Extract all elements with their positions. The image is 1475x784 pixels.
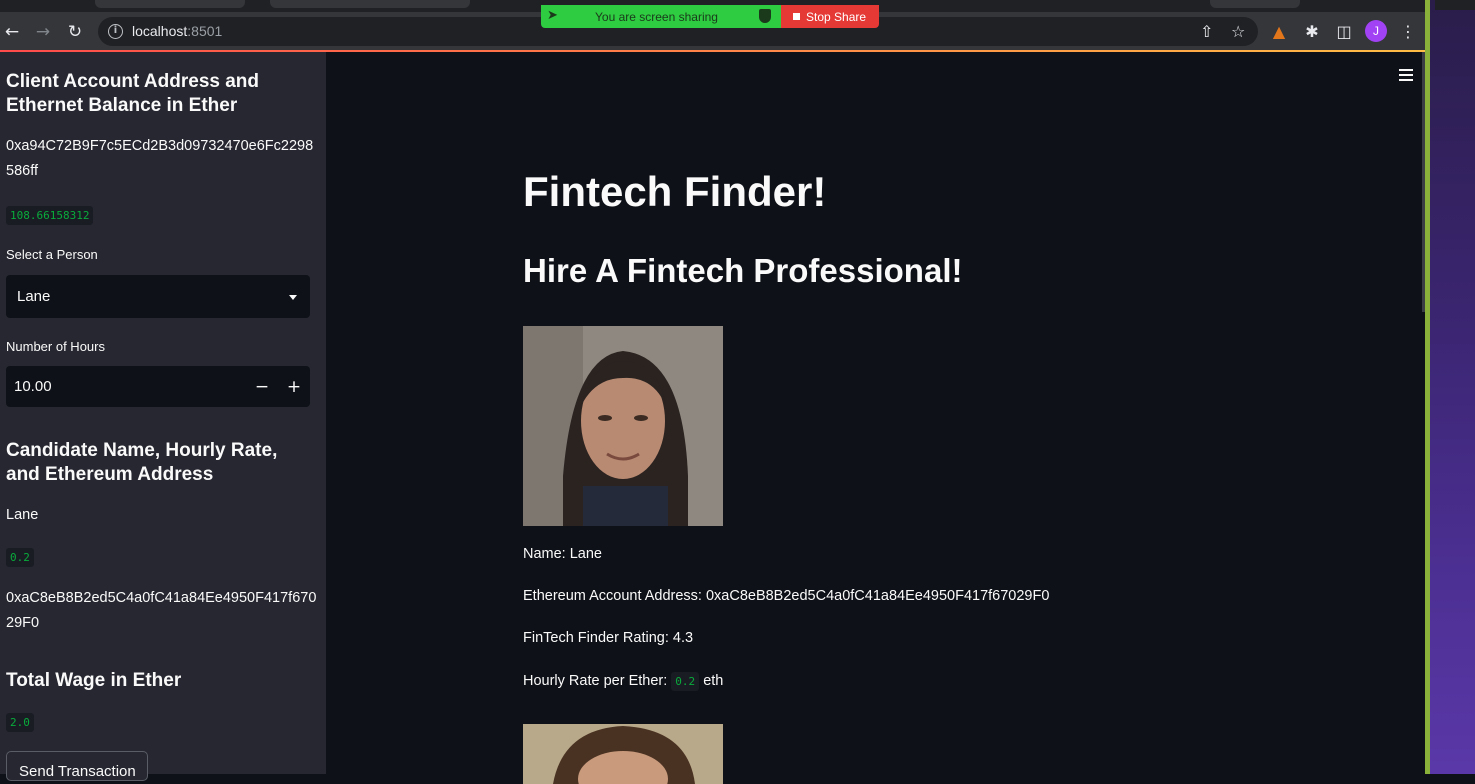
stop-share-label: Stop Share: [806, 10, 867, 24]
site-info-icon[interactable]: i: [108, 24, 123, 39]
shield-icon: [759, 9, 771, 23]
side-panel-icon[interactable]: ◫: [1333, 20, 1355, 42]
screen-share-message: You are screen sharing: [595, 10, 718, 24]
profile-avatar[interactable]: J: [1365, 20, 1387, 42]
share-pin-icon: ➤: [547, 8, 558, 23]
candidate-address: 0xaC8eB8B2ed5C4a0fC41a84Ee4950F417f67029…: [6, 590, 317, 631]
bookmark-star-icon[interactable]: ☆: [1231, 22, 1245, 41]
share-page-icon[interactable]: ⇧: [1200, 22, 1213, 41]
back-arrow-icon[interactable]: ←: [0, 20, 24, 44]
desktop-background: [1425, 0, 1475, 774]
candidate-rate: 0.2: [6, 548, 34, 567]
rate-prefix: Hourly Rate per Ether:: [523, 673, 668, 689]
client-account-heading: Client Account Address and Ethernet Bala…: [6, 71, 260, 116]
other-window-corner: [1435, 0, 1475, 10]
stop-icon: [793, 13, 800, 20]
candidate-photo-image: [523, 326, 723, 526]
hours-input[interactable]: 10.00 − +: [6, 366, 310, 407]
candidate-rating-line: FinTech Finder Rating: 4.3: [523, 630, 694, 646]
metamask-fox-icon[interactable]: ▲: [1268, 20, 1290, 42]
total-wage-value: 2.0: [6, 713, 34, 732]
screen-share-banner: ➤ You are screen sharing Stop Share: [541, 5, 879, 28]
candidate-heading: Candidate Name, Hourly Rate, and Ethereu…: [6, 440, 278, 485]
total-wage-container: 2.0: [6, 713, 34, 732]
client-balance-container: 108.66158312: [6, 206, 94, 225]
candidate-name-line: Name: Lane: [523, 546, 602, 562]
chevron-down-icon: [289, 295, 297, 300]
extensions-puzzle-icon[interactable]: ✱: [1301, 20, 1323, 42]
candidate-rate-line: Hourly Rate per Ether: 0.2 eth: [523, 672, 723, 691]
browser-menu-icon[interactable]: ⋮: [1397, 20, 1419, 42]
select-person-label: Select a Person: [6, 247, 98, 262]
url-text[interactable]: localhost:8501: [132, 23, 222, 39]
rate-suffix: eth: [703, 673, 724, 689]
reload-icon[interactable]: ↻: [63, 20, 87, 44]
send-transaction-button[interactable]: Send Transaction: [6, 751, 148, 781]
total-wage-heading: Total Wage in Ether: [6, 670, 182, 691]
next-candidate-photo-image: [523, 724, 723, 784]
browser-tab[interactable]: [270, 0, 470, 8]
browser-tab[interactable]: [95, 0, 245, 8]
sidebar: Client Account Address and Ethernet Bala…: [0, 52, 326, 781]
decrement-button[interactable]: −: [249, 374, 275, 399]
screen-share-status: ➤ You are screen sharing: [541, 5, 781, 28]
client-address: 0xa94C72B9F7c5ECd2B3d09732470e6Fc2298586…: [6, 138, 314, 179]
candidate-rate-container: 0.2: [6, 548, 34, 567]
client-balance: 108.66158312: [6, 206, 94, 225]
candidate-name: Lane: [6, 507, 39, 523]
hamburger-menu-icon[interactable]: [1399, 69, 1413, 84]
page-title: Fintech Finder!: [523, 168, 827, 215]
rate-value: 0.2: [671, 672, 700, 691]
candidate-photo: [523, 326, 723, 526]
page-subtitle: Hire A Fintech Professional!: [523, 252, 963, 289]
candidate-address-line: Ethereum Account Address: 0xaC8eB8B2ed5C…: [523, 588, 1050, 604]
person-select[interactable]: Lane: [6, 275, 310, 318]
window-edge: [1425, 0, 1430, 774]
next-candidate-photo: [523, 724, 723, 784]
selected-person: Lane: [17, 288, 51, 305]
increment-button[interactable]: +: [281, 374, 307, 399]
stop-share-button[interactable]: Stop Share: [781, 5, 879, 28]
browser-tab[interactable]: [1210, 0, 1300, 8]
forward-arrow-icon[interactable]: →: [31, 20, 55, 44]
hours-label: Number of Hours: [6, 339, 105, 354]
main-content: Fintech Finder! Hire A Fintech Professio…: [326, 52, 1425, 784]
hours-value[interactable]: 10.00: [14, 378, 52, 395]
